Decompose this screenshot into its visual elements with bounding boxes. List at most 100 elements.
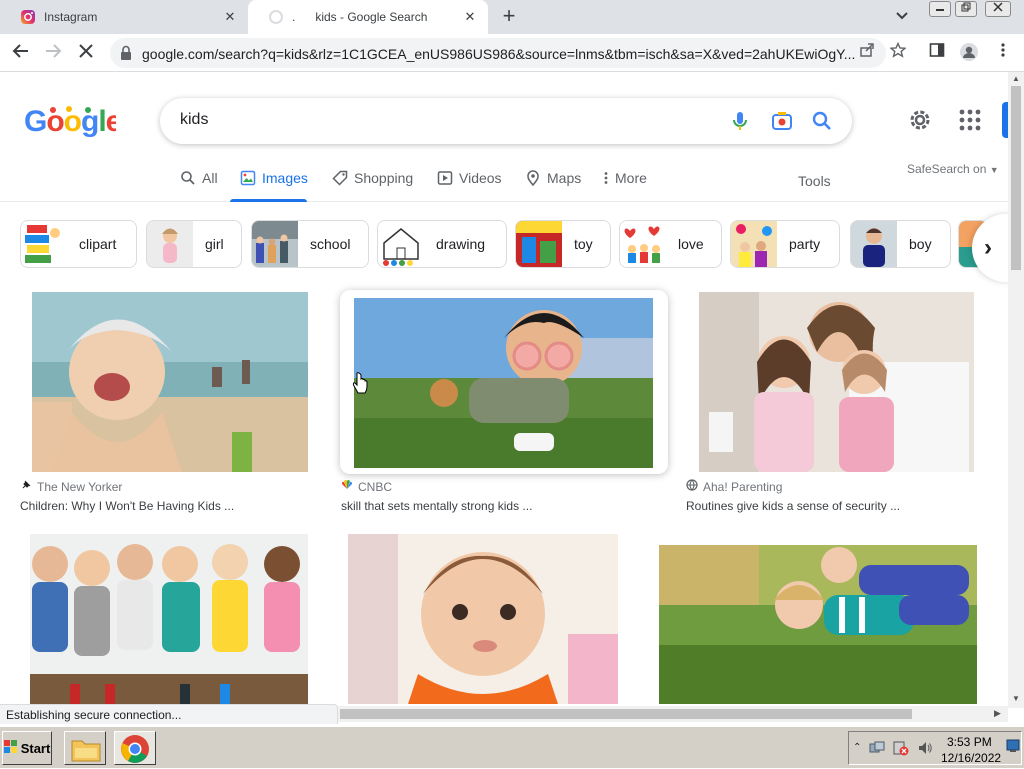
result-title[interactable]: Routines give kids a sense of security .… [686, 499, 900, 513]
camera-lens-icon[interactable] [770, 109, 794, 133]
safesearch-toggle[interactable]: SafeSearch on ▼ [907, 162, 999, 176]
vertical-scrollbar[interactable]: ▲ ▼ [1008, 72, 1024, 708]
tab-images[interactable]: Images [240, 170, 308, 186]
tab-more[interactable]: More [603, 170, 647, 186]
browser-toolbar: google.com/search?q=kids&rlz=1C1GCEA_enU… [0, 34, 1024, 72]
volume-icon[interactable] [917, 740, 933, 761]
chip-drawing[interactable]: drawing [377, 220, 507, 268]
chip-girl[interactable]: girl [146, 220, 242, 268]
network-icon[interactable] [869, 740, 885, 761]
tools-button[interactable]: Tools [798, 173, 831, 189]
more-icon [603, 170, 609, 186]
result-image[interactable] [30, 534, 308, 704]
tab-label: Videos [459, 170, 502, 186]
back-icon[interactable] [10, 42, 32, 64]
tab-all[interactable]: All [180, 170, 218, 186]
close-tab-icon[interactable]: ✕ [462, 9, 478, 25]
tab-search-icon[interactable] [895, 8, 913, 26]
share-icon[interactable] [856, 42, 878, 64]
tab-title: kids - Google Search [315, 10, 428, 24]
result-title[interactable]: Children: Why I Won't Be Having Kids ... [20, 499, 234, 513]
chip-clipart[interactable]: clipart [20, 220, 137, 268]
side-panel-icon[interactable] [926, 42, 948, 64]
result-image[interactable] [354, 298, 653, 468]
browser-menu-icon[interactable] [992, 42, 1014, 64]
chip-label: drawing [436, 236, 486, 252]
restore-button[interactable] [955, 1, 977, 17]
chevron-right-icon: › [984, 234, 992, 261]
search-query[interactable]: kids [180, 111, 208, 129]
chrome-taskbar-button[interactable] [114, 731, 156, 765]
chip-toy[interactable]: toy [515, 220, 611, 268]
tab-maps[interactable]: Maps [525, 170, 581, 187]
url-text: google.com/search?q=kids&rlz=1C1GCEA_enU… [142, 46, 856, 62]
show-desktop-icon[interactable] [1006, 739, 1020, 758]
result-image[interactable] [32, 292, 308, 472]
start-label: Start [20, 740, 51, 756]
bookmark-star-icon[interactable] [887, 41, 909, 64]
close-window-button[interactable] [985, 1, 1011, 17]
chip-label: clipart [79, 236, 117, 252]
result-source[interactable]: CNBC [341, 479, 392, 494]
scroll-up-arrow-icon[interactable]: ▲ [1012, 74, 1020, 83]
new-tab-button[interactable]: + [498, 5, 520, 28]
tab-title-prefix: . [292, 10, 296, 24]
tab-label: More [615, 170, 647, 186]
active-tab-indicator [230, 199, 307, 202]
chip-label: girl [205, 236, 224, 252]
source-name: The New Yorker [37, 479, 123, 494]
chip-love[interactable]: love [619, 220, 722, 268]
lock-icon[interactable] [120, 45, 134, 61]
taskbar: Start ⌃ 3:53 PM 12/16/2022 [0, 726, 1024, 768]
scroll-down-arrow-icon[interactable]: ▼ [1012, 694, 1020, 703]
minimize-button[interactable] [929, 1, 951, 17]
show-hidden-icons-icon[interactable]: ⌃ [853, 742, 861, 753]
horizontal-scrollbar[interactable]: ▶ [338, 706, 1008, 722]
play-icon [437, 170, 453, 186]
result-image[interactable] [348, 534, 618, 704]
google-logo[interactable]: Google [24, 104, 123, 138]
result-image[interactable] [699, 292, 974, 472]
chip-boy[interactable]: boy [850, 220, 951, 268]
chip-party[interactable]: party [730, 220, 840, 268]
chip-label: love [678, 236, 704, 252]
security-alert-icon[interactable] [893, 740, 909, 761]
horizontal-scroll-thumb[interactable] [340, 709, 912, 719]
result-source[interactable]: Aha! Parenting [686, 479, 782, 494]
search-icon [180, 170, 196, 186]
chip-thumbnail [731, 221, 777, 267]
chip-school[interactable]: school [251, 220, 369, 268]
forward-icon[interactable] [42, 42, 64, 64]
address-bar[interactable]: google.com/search?q=kids&rlz=1C1GCEA_enU… [110, 38, 886, 68]
start-button[interactable]: Start [2, 731, 52, 765]
apps-grid-icon[interactable] [958, 108, 982, 132]
tab-shopping[interactable]: Shopping [332, 170, 413, 186]
result-title[interactable]: skill that sets mentally strong kids ... [341, 499, 532, 513]
chip-label: boy [909, 236, 932, 252]
search-icon[interactable] [810, 109, 834, 133]
chip-label: party [789, 236, 821, 252]
scroll-right-arrow-icon[interactable]: ▶ [994, 708, 1001, 719]
profile-avatar-icon[interactable] [958, 42, 980, 64]
result-source[interactable]: The New Yorker [20, 479, 122, 494]
tab-videos[interactable]: Videos [437, 170, 502, 186]
stop-loading-icon[interactable] [75, 42, 97, 64]
close-tab-icon[interactable]: ✕ [222, 9, 238, 25]
globe-icon [686, 479, 698, 494]
vertical-scroll-thumb[interactable] [1011, 86, 1021, 270]
file-explorer-taskbar-button[interactable] [64, 731, 106, 765]
result-image[interactable] [659, 545, 977, 704]
tab-google-search[interactable]: . kids - Google Search ✕ [248, 0, 488, 34]
source-name: CNBC [358, 479, 393, 494]
search-box[interactable]: kids [160, 98, 852, 144]
microphone-icon[interactable] [728, 109, 752, 133]
clock-date[interactable]: 12/16/2022 [941, 751, 1001, 765]
tab-strip: Instagram ✕ . kids - Google Search ✕ + [0, 0, 1024, 34]
image-icon [240, 170, 256, 186]
tab-instagram[interactable]: Instagram ✕ [0, 0, 248, 34]
source-name: Aha! Parenting [703, 479, 783, 494]
search-type-tabs: All Images Shopping Videos Maps More Too… [0, 162, 1008, 202]
safesearch-label: SafeSearch on [907, 162, 987, 176]
gear-icon[interactable] [906, 106, 934, 134]
clock-time[interactable]: 3:53 PM [947, 735, 992, 749]
